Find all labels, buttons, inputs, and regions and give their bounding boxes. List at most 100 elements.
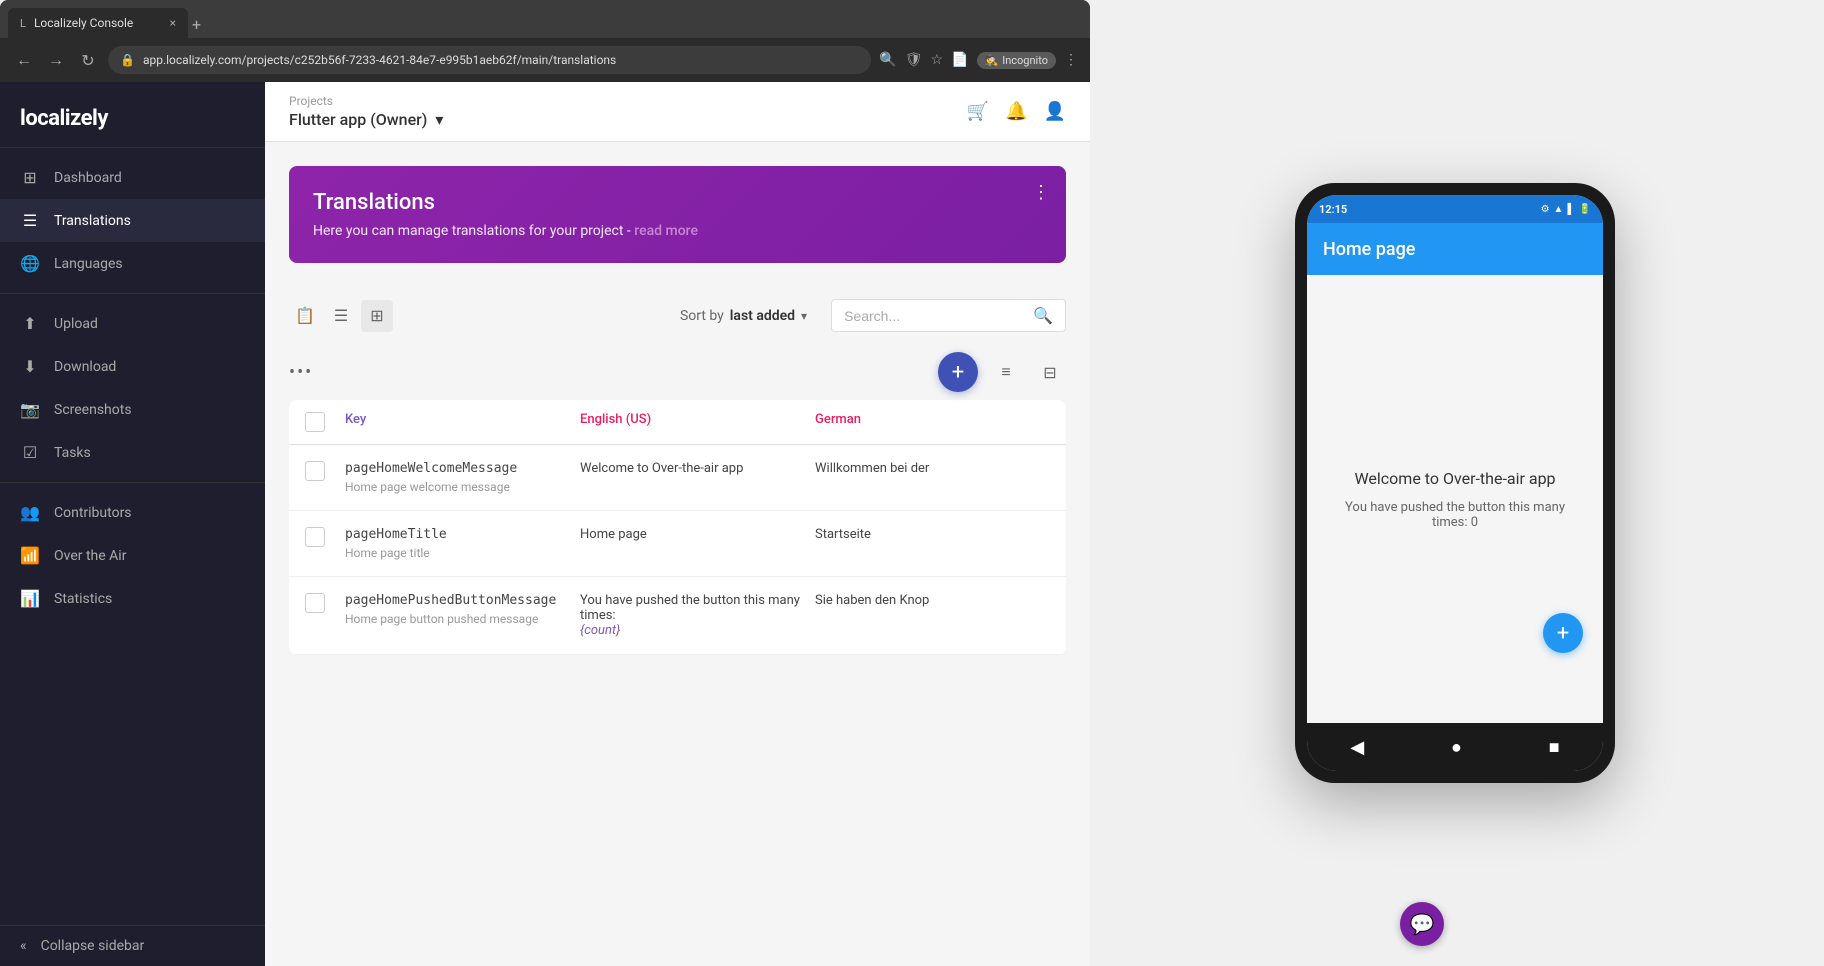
- phone-home-button[interactable]: ●: [1451, 737, 1462, 758]
- project-selector[interactable]: Flutter app (Owner) ▾: [289, 110, 443, 129]
- screenshots-icon: 📷: [20, 400, 40, 419]
- reload-button[interactable]: ↻: [76, 51, 100, 70]
- forward-button[interactable]: →: [44, 50, 68, 70]
- sidebar-item-label-translations: Translations: [54, 213, 131, 229]
- sidebar-item-contributors[interactable]: 👥 Contributors: [0, 491, 265, 534]
- more-options-button[interactable]: •••: [289, 362, 313, 383]
- tab-favicon: L: [20, 17, 26, 30]
- translations-icon: ☰: [20, 211, 40, 230]
- sort-dropdown[interactable]: Sort by last added ▾: [668, 302, 819, 330]
- url-text: app.localizely.com/projects/c252b56f-723…: [143, 53, 859, 67]
- contributors-icon: 👥: [20, 503, 40, 522]
- cart-icon[interactable]: 🛒: [967, 101, 989, 122]
- sidebar-item-languages[interactable]: 🌐 Languages: [0, 242, 265, 285]
- statistics-icon: 📊: [20, 589, 40, 608]
- view-grid-button[interactable]: ⊞: [361, 300, 393, 332]
- tasks-icon: ☑: [20, 443, 40, 462]
- translations-banner: Translations Here you can manage transla…: [289, 166, 1066, 263]
- row-checkbox-3[interactable]: [305, 593, 345, 613]
- key-desc-2: Home page title: [345, 546, 580, 560]
- notifications-icon[interactable]: 🔔: [1005, 101, 1027, 122]
- row-checkbox-1[interactable]: [305, 461, 345, 481]
- en-value-1: Welcome to Over-the-air app: [580, 461, 780, 476]
- phone-recents-button[interactable]: ■: [1549, 737, 1560, 758]
- sidebar-nav: ⊞ Dashboard ☰ Translations 🌐 Languages ⬆…: [0, 148, 265, 925]
- sidebar-item-label-download: Download: [54, 359, 116, 375]
- bookmark-icon[interactable]: ☆: [931, 52, 944, 68]
- filter-button[interactable]: ≡: [990, 356, 1022, 388]
- sidebar-item-translations[interactable]: ☰ Translations: [0, 199, 265, 242]
- phone-back-button[interactable]: ◀: [1350, 737, 1364, 758]
- tab-bar: L Localizely Console × +: [0, 0, 1090, 38]
- download-icon: ⬇: [20, 357, 40, 376]
- menu-button[interactable]: ⋮: [1064, 52, 1078, 68]
- sidebar-item-upload[interactable]: ⬆ Upload: [0, 302, 265, 345]
- phone-body: Welcome to Over-the-air app You have pus…: [1307, 275, 1603, 723]
- sidebar-item-over-the-air[interactable]: 📶 Over the Air: [0, 534, 265, 577]
- select-all-checkbox[interactable]: [305, 412, 345, 432]
- sidebar-item-tasks[interactable]: ☑ Tasks: [0, 431, 265, 474]
- active-tab[interactable]: L Localizely Console ×: [8, 8, 188, 38]
- key-cell-2: pageHomeTitle Home page title: [345, 527, 580, 560]
- view-icons: 📋 ☰ ⊞: [289, 300, 393, 332]
- reader-view-icon[interactable]: 📄: [951, 52, 968, 68]
- banner-menu-button[interactable]: ⋮: [1032, 182, 1050, 203]
- phone-mockup: 12:15 ⚙ ▲ ▌ 🔋 Home page Welcome to Over-…: [1295, 183, 1615, 783]
- key-desc-1: Home page welcome message: [345, 480, 580, 494]
- projects-label: Projects: [289, 94, 443, 108]
- en-value-3-text: You have pushed the button this many tim…: [580, 593, 815, 623]
- phone-bottom-nav: ◀ ● ■: [1307, 723, 1603, 771]
- sidebar-item-statistics[interactable]: 📊 Statistics: [0, 577, 265, 620]
- header-checkbox[interactable]: [305, 412, 325, 432]
- search-box[interactable]: 🔍: [831, 299, 1066, 332]
- columns-button[interactable]: ⊟: [1034, 356, 1066, 388]
- view-list-button[interactable]: ☰: [325, 300, 357, 332]
- search-input[interactable]: [844, 308, 1025, 324]
- incognito-label: Incognito: [1002, 54, 1048, 67]
- row-checkbox-2[interactable]: [305, 527, 345, 547]
- banner-desc-text: Here you can manage translations for you…: [313, 223, 634, 239]
- chat-bubble-button[interactable]: 💬: [1400, 902, 1444, 946]
- incognito-icon: 🕵: [985, 54, 999, 67]
- new-tab-button[interactable]: +: [192, 15, 201, 34]
- read-more-link[interactable]: read more: [634, 223, 698, 239]
- sidebar-item-label-dashboard: Dashboard: [54, 170, 122, 186]
- sidebar-item-dashboard[interactable]: ⊞ Dashboard: [0, 156, 265, 199]
- chat-icon: 💬: [1410, 912, 1435, 936]
- search-icon[interactable]: 🔍: [879, 52, 896, 68]
- logo-light: localize: [20, 106, 92, 131]
- address-bar[interactable]: 🔒 app.localizely.com/projects/c252b56f-7…: [108, 46, 871, 74]
- tab-close-button[interactable]: ×: [170, 16, 176, 30]
- back-button[interactable]: ←: [12, 50, 36, 70]
- translations-table: Key English (US) German pageHomeWelcomeM…: [289, 400, 1066, 655]
- account-icon[interactable]: 👤: [1044, 101, 1066, 122]
- collapse-icon: «: [20, 938, 27, 954]
- view-list-compact-button[interactable]: 📋: [289, 300, 321, 332]
- col-header-de: German: [815, 412, 1050, 432]
- sidebar-item-label-contributors: Contributors: [54, 505, 132, 521]
- sidebar-item-download[interactable]: ⬇ Download: [0, 345, 265, 388]
- incognito-button[interactable]: 🕵 Incognito: [977, 52, 1057, 69]
- browser-toolbar-icons: 🔍 🛡 ☆ 📄 🕵 Incognito ⋮: [879, 52, 1078, 69]
- phone-fab-button[interactable]: +: [1543, 613, 1583, 653]
- phone-time: 12:15: [1319, 203, 1347, 216]
- sidebar-item-label-languages: Languages: [54, 256, 123, 272]
- project-dropdown-arrow: ▾: [435, 110, 443, 129]
- sidebar-item-label-screenshots: Screenshots: [54, 402, 132, 418]
- key-desc-3: Home page button pushed message: [345, 612, 580, 626]
- add-translation-button[interactable]: +: [938, 352, 978, 392]
- app-container: localizely ⊞ Dashboard ☰ Translations 🌐 …: [0, 82, 1090, 966]
- key-cell-1: pageHomeWelcomeMessage Home page welcome…: [345, 461, 580, 494]
- phone-screen: 12:15 ⚙ ▲ ▌ 🔋 Home page Welcome to Over-…: [1307, 195, 1603, 771]
- top-bar-actions: 🛒 🔔 👤: [967, 101, 1066, 122]
- sidebar-item-label-tasks: Tasks: [54, 445, 91, 461]
- tab-title: Localizely Console: [34, 16, 162, 30]
- en-value-3: You have pushed the button this many tim…: [580, 593, 815, 638]
- key-name-3: pageHomePushedButtonMessage: [345, 593, 580, 608]
- profile-guard-icon[interactable]: 🛡: [905, 52, 923, 68]
- collapse-sidebar-button[interactable]: « Collapse sidebar: [0, 925, 265, 966]
- banner-title: Translations: [313, 190, 1042, 215]
- en-value-2: Home page: [580, 527, 815, 542]
- sidebar-item-screenshots[interactable]: 📷 Screenshots: [0, 388, 265, 431]
- de-value-2: Startseite: [815, 527, 1050, 542]
